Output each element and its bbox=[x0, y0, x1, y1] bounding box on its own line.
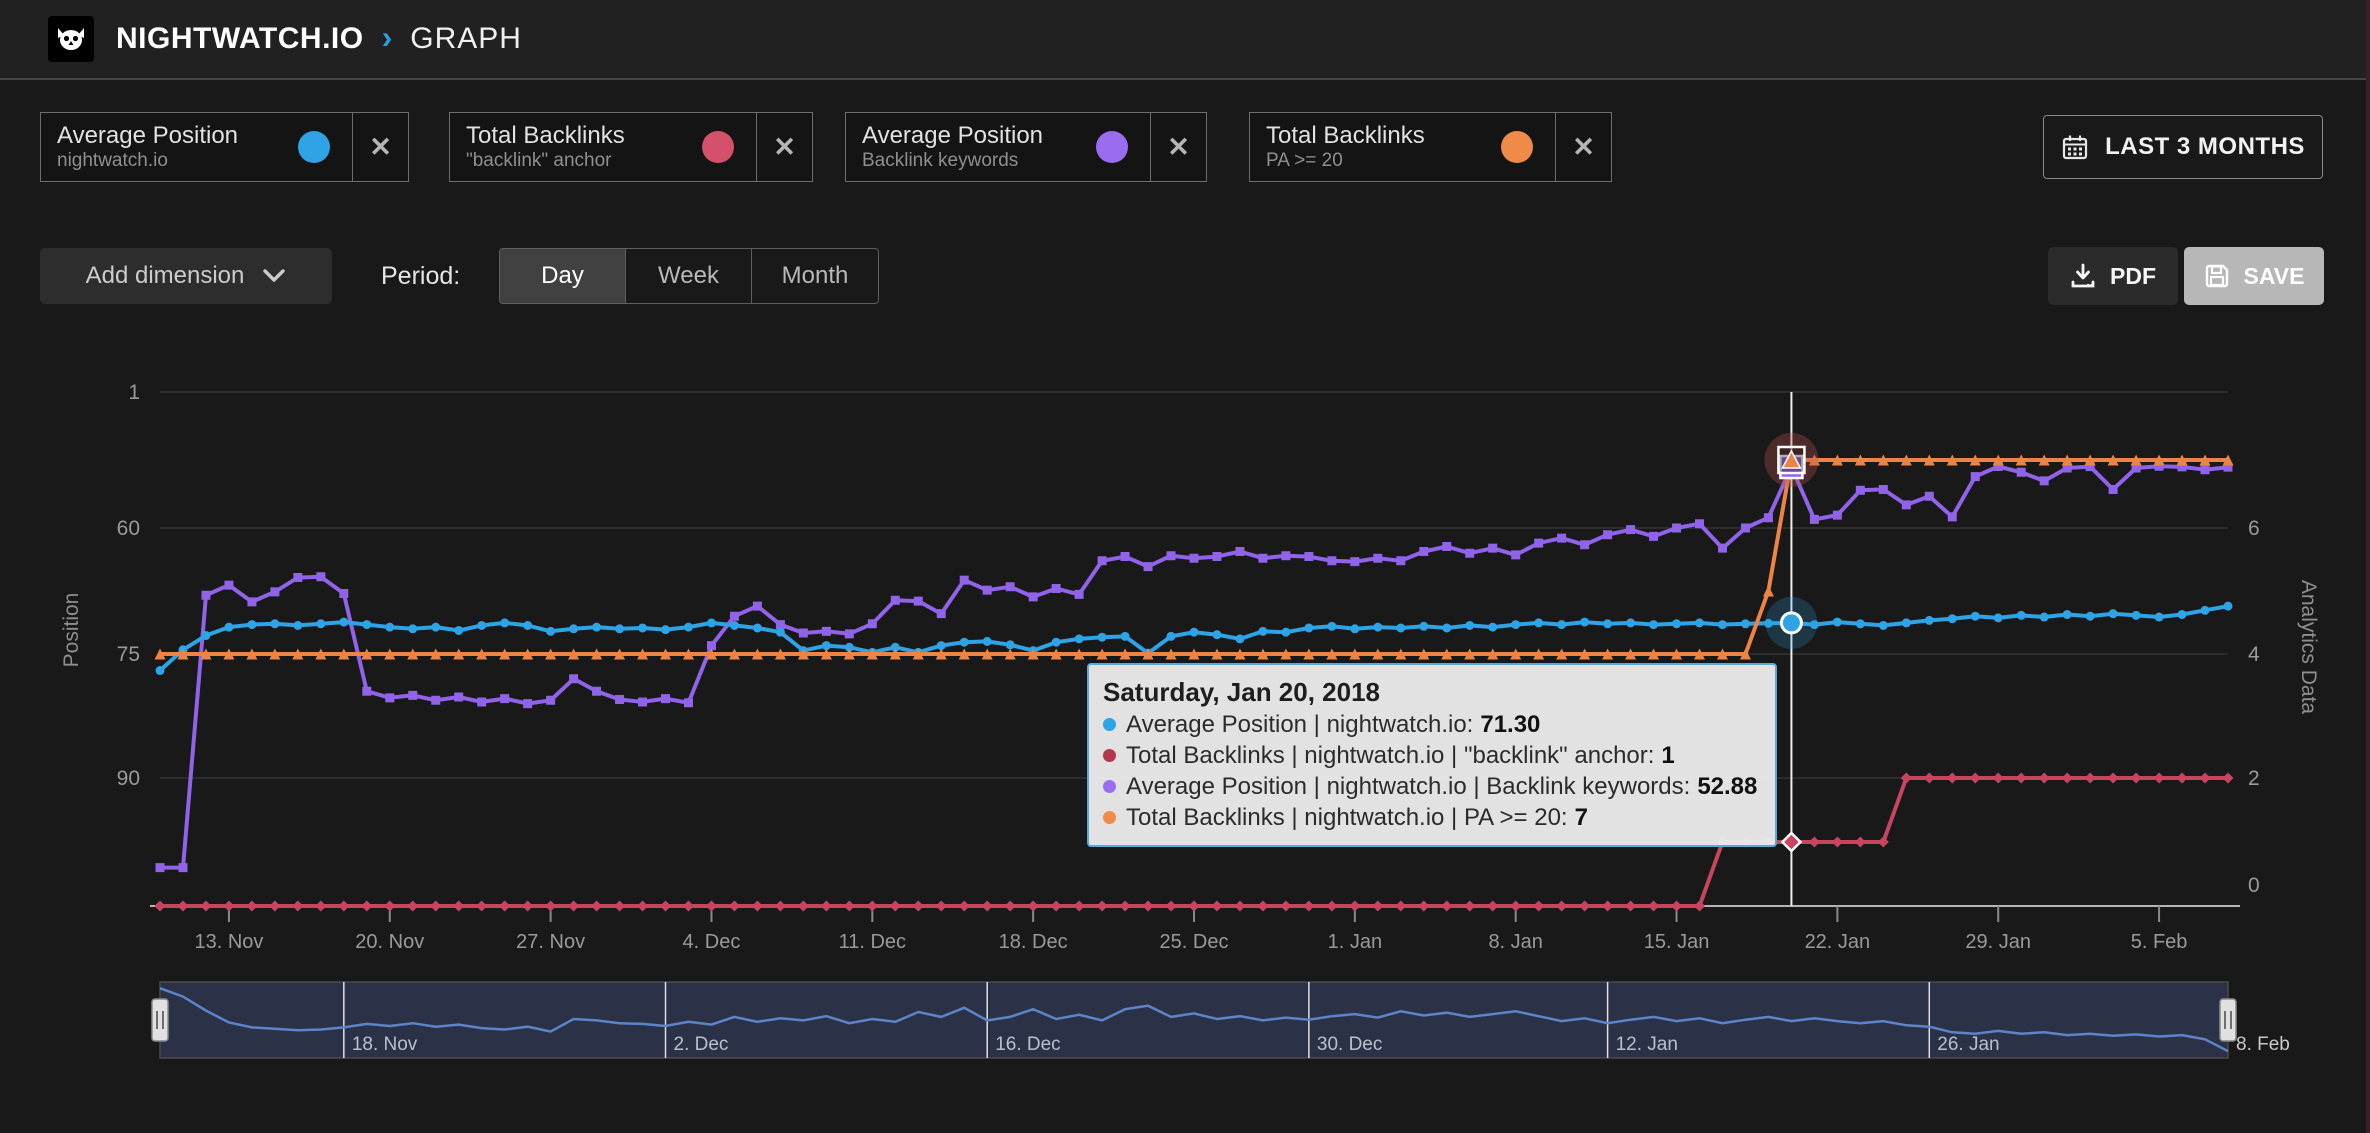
y-right-label: 0 bbox=[2248, 874, 2260, 897]
y-left-label: 90 bbox=[117, 767, 140, 790]
handle-grip[interactable] bbox=[2220, 999, 2236, 1041]
navigator-area[interactable] bbox=[160, 982, 2228, 1058]
navigator-left-handle[interactable] bbox=[152, 999, 168, 1041]
chart-tooltip: Saturday, Jan 20, 2018 Average Position … bbox=[1087, 663, 1777, 847]
tooltip-series-label: Total Backlinks | nightwatch.io | "backl… bbox=[1126, 740, 1654, 771]
y-right-axis-title: Analytics Data bbox=[2297, 580, 2320, 715]
x-axis-label: 27. Nov bbox=[516, 931, 585, 953]
y-left-label: 1 bbox=[128, 381, 140, 404]
x-axis-label: 25. Dec bbox=[1160, 931, 1229, 953]
navigator-date-label: 30. Dec bbox=[1317, 1034, 1382, 1055]
graph-canvas: 13. Nov 20. Nov 27. Nov 4. Dec 11. Dec 18. De… bbox=[0, 0, 2370, 1133]
tooltip-series-value: 71.30 bbox=[1480, 709, 1540, 740]
navigator-right-handle[interactable] bbox=[2220, 999, 2236, 1041]
y-right-label: 4 bbox=[2248, 643, 2260, 666]
series-bullet-icon bbox=[1103, 780, 1116, 793]
series-bullet-icon bbox=[1103, 718, 1116, 731]
x-axis-label: 22. Jan bbox=[1805, 931, 1871, 953]
tooltip-date: Saturday, Jan 20, 2018 bbox=[1103, 675, 1757, 709]
x-axis-label: 4. Dec bbox=[683, 931, 741, 953]
x-axis-label: 1. Jan bbox=[1328, 931, 1382, 953]
y-right-label: 6 bbox=[2248, 517, 2260, 540]
navigator-date-label: 12. Jan bbox=[1616, 1034, 1678, 1055]
navigator-date-label: 26. Jan bbox=[1937, 1034, 1999, 1055]
tooltip-series-label: Average Position | nightwatch.io: bbox=[1126, 709, 1473, 740]
tooltip-series-value: 1 bbox=[1661, 740, 1674, 771]
x-axis-label: 13. Nov bbox=[194, 931, 263, 953]
y-left-axis-title: Position bbox=[60, 593, 83, 668]
x-axis-label: 11. Dec bbox=[839, 931, 906, 953]
x-axis-label: 8. Jan bbox=[1488, 931, 1542, 953]
tooltip-row: Total Backlinks | nightwatch.io | PA >= … bbox=[1103, 802, 1757, 833]
navigator-date-label: 2. Dec bbox=[674, 1034, 729, 1055]
y-left-label: 60 bbox=[117, 517, 140, 540]
navigator-date-label: 18. Nov bbox=[352, 1034, 418, 1055]
handle-grip[interactable] bbox=[152, 999, 168, 1041]
x-axis-label: 5. Feb bbox=[2131, 931, 2188, 953]
tooltip-series-label: Average Position | nightwatch.io | Backl… bbox=[1126, 771, 1690, 802]
tooltip-series-value: 7 bbox=[1575, 802, 1588, 833]
y-right-label: 2 bbox=[2248, 767, 2260, 790]
series-bullet-icon bbox=[1103, 749, 1116, 762]
x-axis-label: 29. Jan bbox=[1965, 931, 2031, 953]
tooltip-row: Average Position | nightwatch.io: 71.30 bbox=[1103, 709, 1757, 740]
x-axis-label: 20. Nov bbox=[355, 931, 424, 953]
y-left-label: 75 bbox=[117, 643, 140, 666]
navigator-date-label: 16. Dec bbox=[995, 1034, 1060, 1055]
x-axis-label: 15. Jan bbox=[1644, 931, 1710, 953]
navigator-end-label: 8. Feb bbox=[2236, 1034, 2290, 1055]
tooltip-row: Total Backlinks | nightwatch.io | "backl… bbox=[1103, 740, 1757, 771]
x-axis-label: 18. Dec bbox=[999, 931, 1068, 953]
tooltip-series-label: Total Backlinks | nightwatch.io | PA >= … bbox=[1126, 802, 1568, 833]
tooltip-row: Average Position | nightwatch.io | Backl… bbox=[1103, 771, 1757, 802]
tooltip-series-value: 52.88 bbox=[1697, 771, 1757, 802]
window-edge bbox=[2366, 0, 2370, 1133]
series-bullet-icon bbox=[1103, 811, 1116, 824]
